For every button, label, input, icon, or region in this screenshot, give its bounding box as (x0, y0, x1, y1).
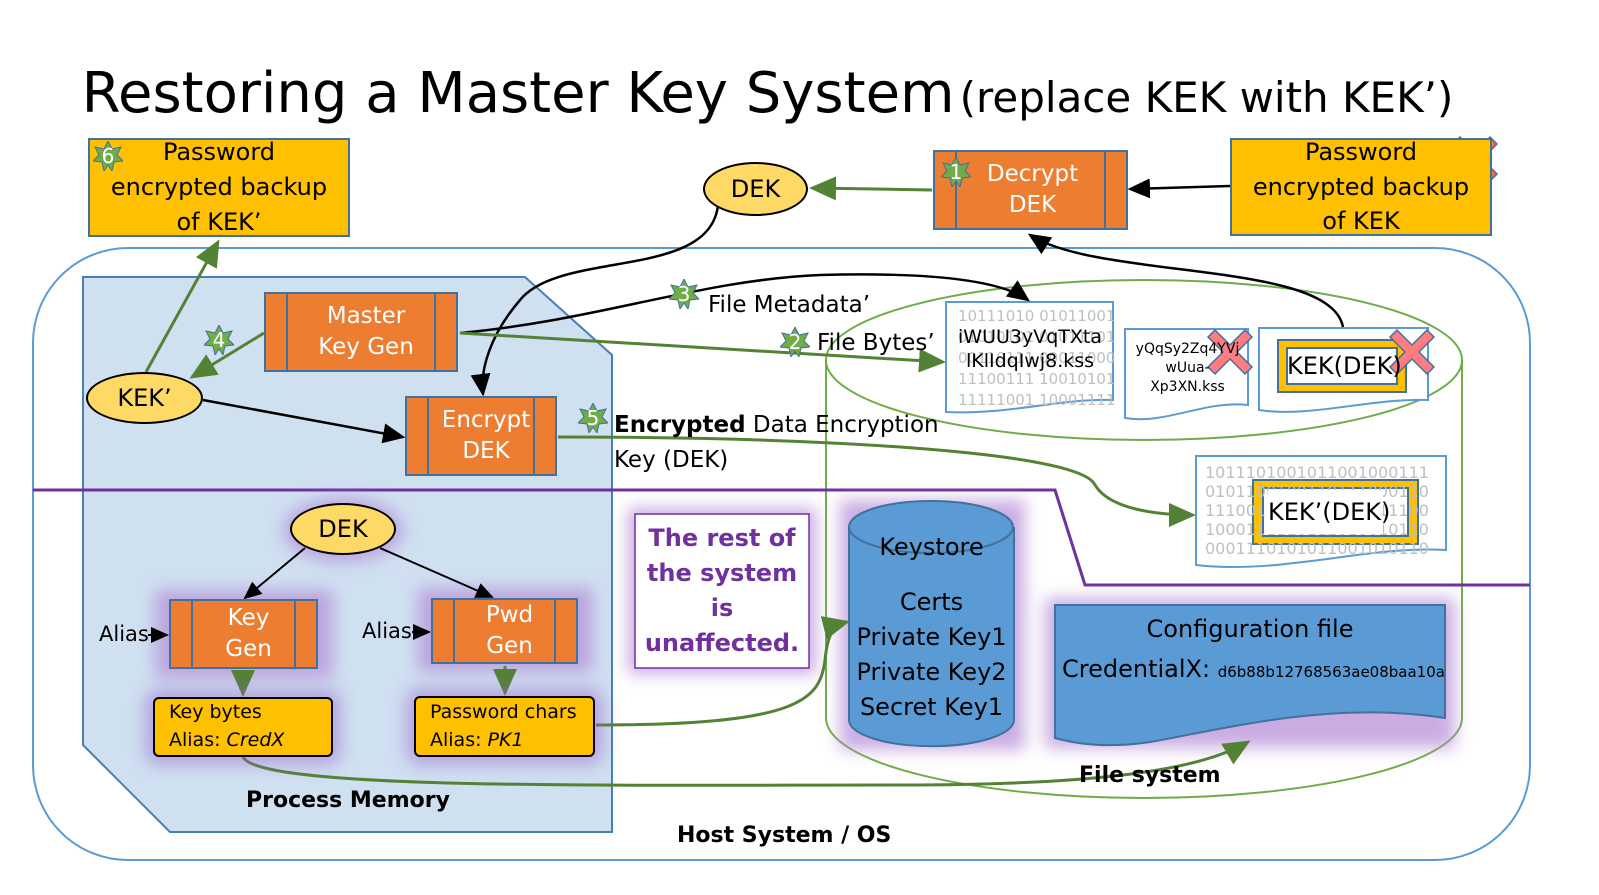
encrypt-dek-box: Encrypt DEK (405, 396, 557, 476)
keystore-item: Secret Key1 (859, 693, 1004, 721)
kek-new-ellipse: KEK’ (86, 372, 203, 424)
step-2-badge: 2 (780, 327, 810, 357)
keystore-item: Private Key1 (856, 623, 1007, 651)
keystore-title: Keystore (879, 533, 984, 561)
process-memory-label: Process Memory (246, 788, 450, 813)
step-5-badge: 5 (578, 403, 608, 433)
dek-ellipse-top: DEK (703, 162, 808, 216)
keystore-item: Certs (899, 588, 964, 616)
file-system-label: File system (1079, 763, 1221, 788)
key-bytes-box: Key bytes Alias: CredX (153, 697, 333, 757)
file3-name: KEK(DEK) (1287, 352, 1402, 380)
key-gen-box: Key Gen (169, 599, 318, 669)
step-6-badge: 6 (93, 141, 123, 171)
keystore-item: Private Key2 (856, 658, 1007, 686)
file-bytes-label: File Bytes’ (817, 330, 935, 356)
master-key-gen-box: Master Key Gen (264, 292, 458, 372)
step-4-badge: 4 (204, 325, 234, 355)
host-system-label: Host System / OS (677, 823, 892, 848)
password-chars-box: Password chars Alias: PK1 (414, 696, 595, 757)
title-main: Restoring a Master Key System (81, 61, 955, 126)
file-metadata-label: File Metadata’ (708, 292, 871, 318)
page-title: Restoring a Master Key System (replace K… (0, 58, 1535, 131)
dek-ellipse-memory: DEK (290, 503, 396, 555)
alias-label-2: Alias (362, 619, 412, 643)
file2-name: yQqSy2Zq4YVj wUua-Xp3XN.kss (1135, 341, 1240, 395)
rest-of-system-text: The rest of the system is unaffected. (644, 524, 800, 657)
backup-kek-new-box: Password encrypted backup of KEK’ (88, 138, 350, 237)
encrypted-dek-label: Encrypted Data Encryption Key (DEK) (614, 412, 939, 473)
file1-name: iWUU3yVqTXta lKlIdqIwj8.kss (958, 326, 1102, 372)
step-3-badge: 3 (669, 279, 699, 309)
config-title: Configuration file (1146, 615, 1354, 643)
step-1-badge: 1 (941, 157, 971, 187)
title-sub: (replace KEK with KEK’) (959, 73, 1454, 122)
file4-name: KEK’(DEK) (1268, 490, 1390, 534)
backup-kek-old-box: Password encrypted backup of KEK (1230, 138, 1492, 236)
keystore-items: Certs Private Key1 Private Key2 Secret Key1 (849, 585, 1014, 725)
pwd-gen-box: Pwd Gen (431, 598, 578, 664)
diagram: Restoring a Master Key System (replace K… (0, 0, 1599, 895)
alias-label-1: Alias (99, 622, 149, 646)
config-credential: CredentialX: d6b88b12768563ae08baa10a (1062, 655, 1445, 683)
